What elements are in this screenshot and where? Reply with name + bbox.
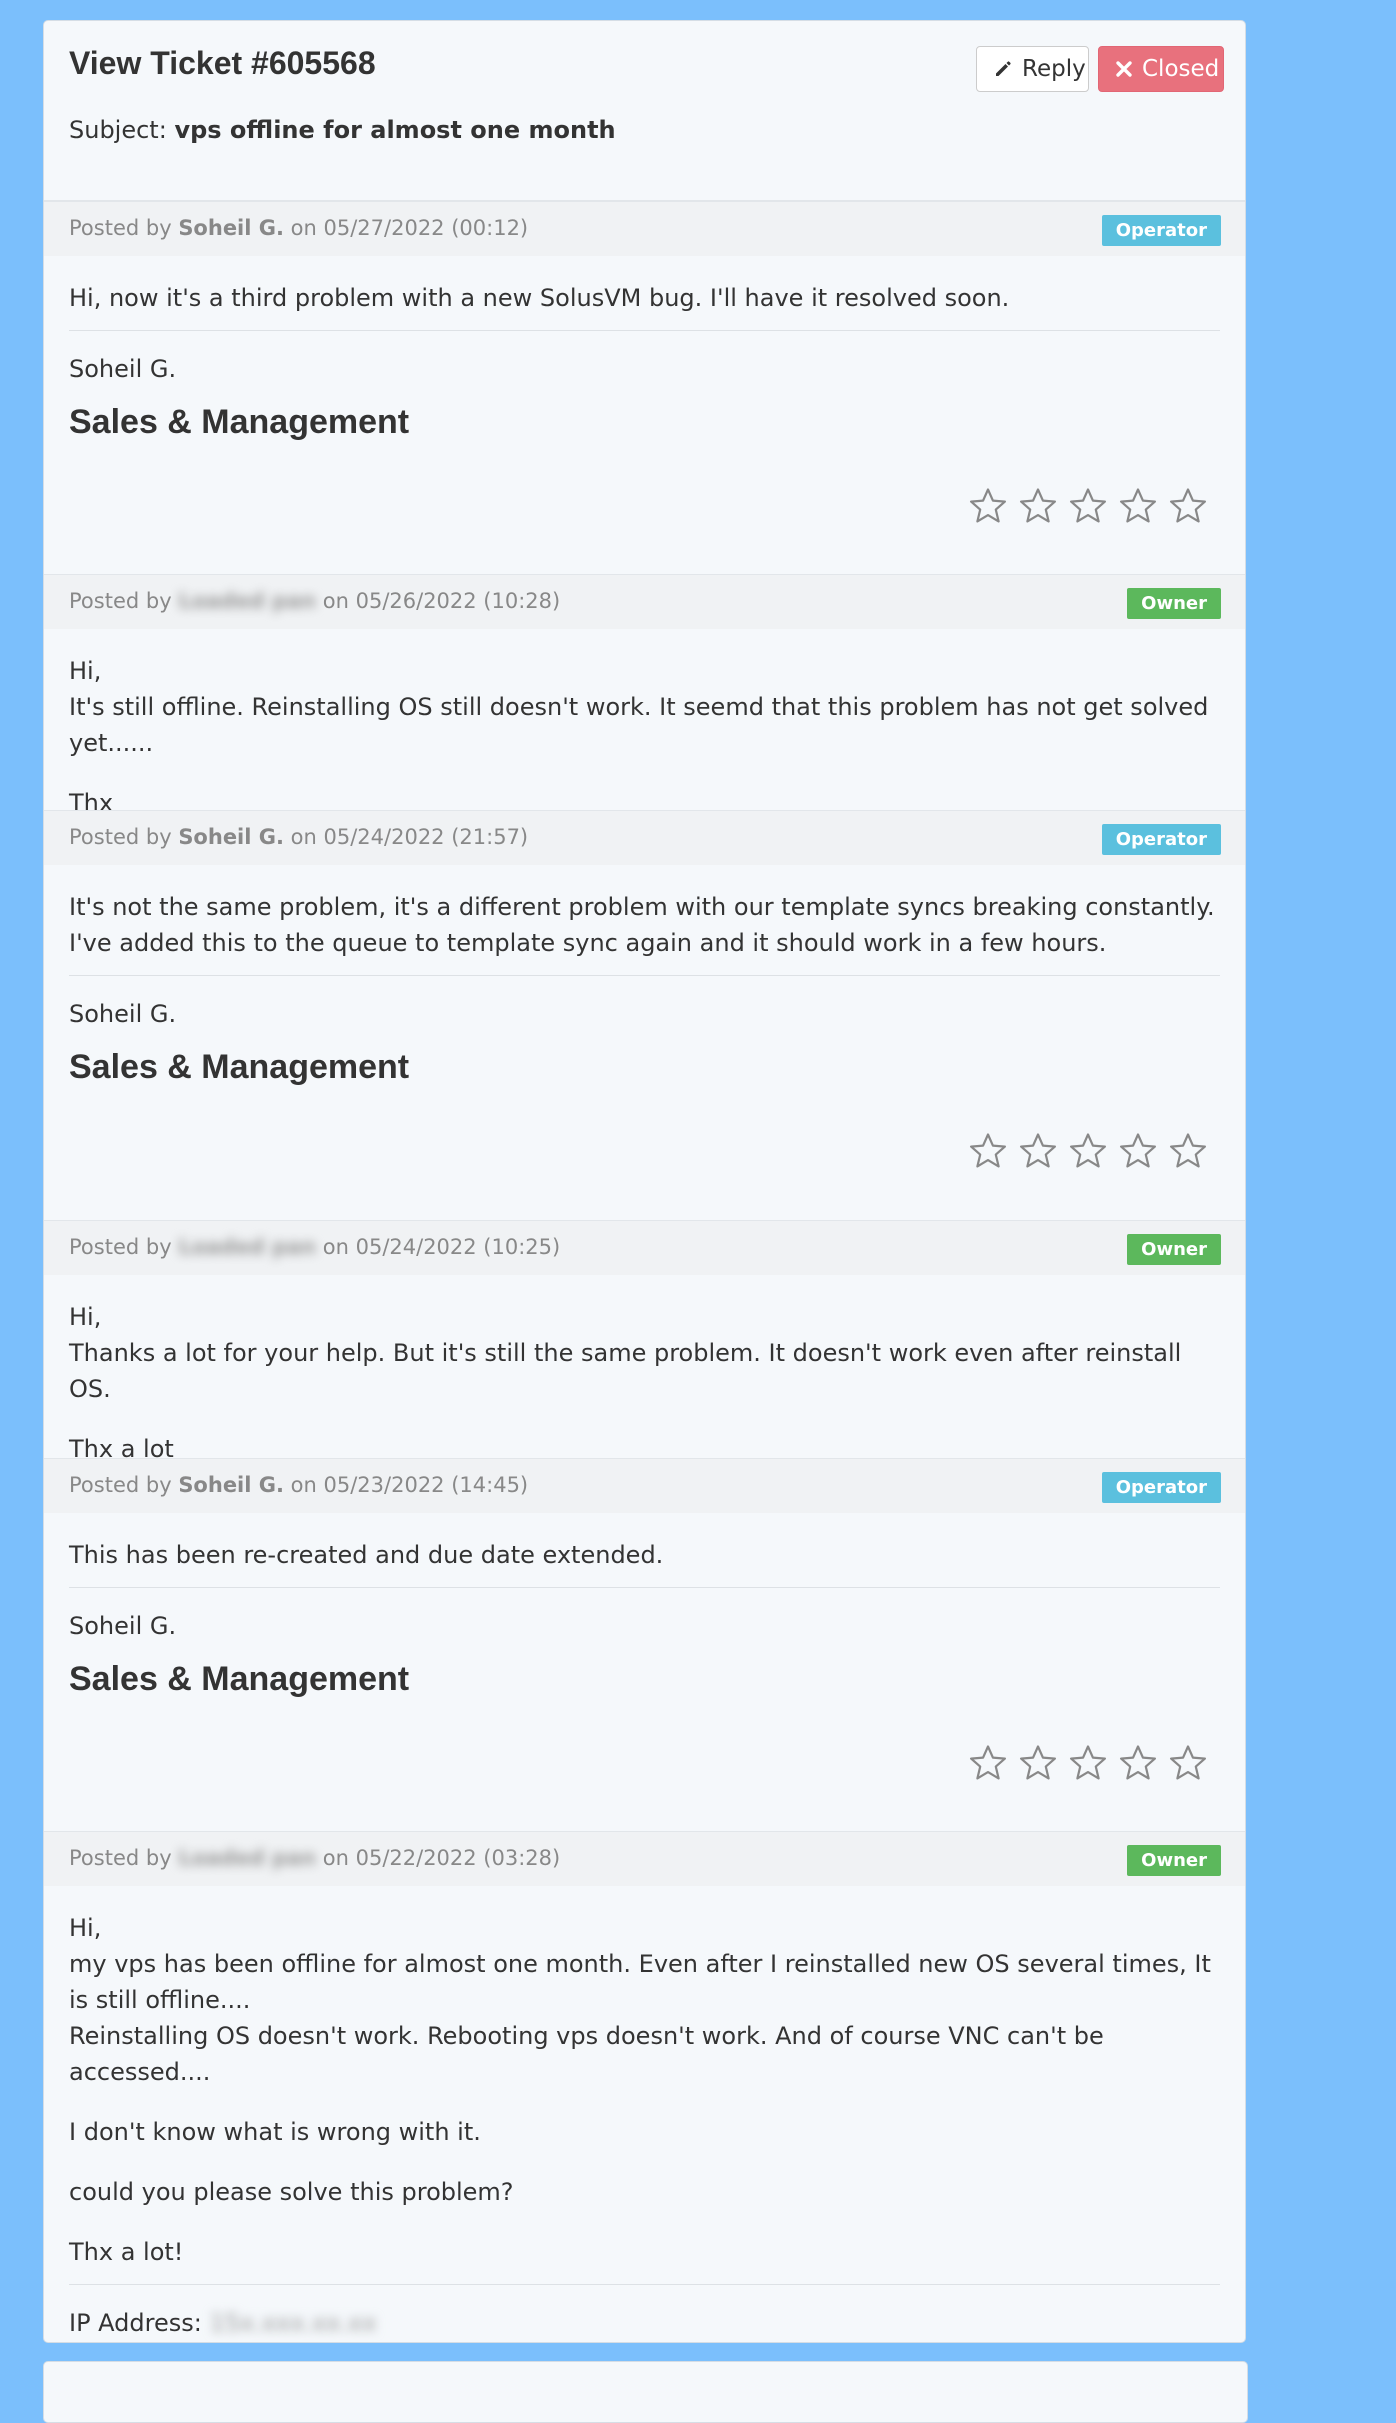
signature-department: Sales & Management (69, 1660, 410, 1698)
post-meta: Posted by Soheil G. on 05/27/2022 (00:12… (44, 201, 1245, 256)
role-badge: Owner (1127, 1845, 1221, 1876)
ticket-reply: Posted by Soheil G. on 05/24/2022 (21:57… (44, 810, 1245, 1220)
star-outline-icon[interactable] (1119, 1744, 1157, 1782)
post-author-redacted: Loaded pan (178, 589, 317, 613)
star-outline-icon[interactable] (1119, 487, 1157, 525)
post-meta: Posted by Soheil G. on 05/24/2022 (21:57… (44, 810, 1245, 865)
star-outline-icon[interactable] (1169, 487, 1207, 525)
page-title: View Ticket #605568 (69, 45, 376, 81)
role-badge: Owner (1127, 588, 1221, 619)
post-author-redacted: Loaded pan (178, 1846, 317, 1870)
subject-label: Subject: (69, 116, 167, 144)
ip-address: IP Address: 15x.xxx.xx.xx (44, 2309, 1245, 2337)
rating-stars[interactable] (969, 487, 1207, 525)
star-outline-icon[interactable] (969, 1744, 1007, 1782)
post-body: It's not the same problem, it's a differ… (44, 865, 1245, 961)
post-message-line: Thx a lot! (69, 2238, 184, 2266)
post-message-line: Thanks a lot for your help. But it's sti… (69, 1339, 1182, 1403)
post-body: This has been re-created and due date ex… (44, 1513, 1245, 1573)
post-date: on 05/24/2022 (21:57) (290, 825, 529, 849)
post-message-line: Hi, now it's a third problem with a new … (69, 284, 1010, 312)
signature-name: Soheil G. (69, 1000, 177, 1028)
times-icon (1115, 60, 1133, 78)
post-body: Hi, Thanks a lot for your help. But it's… (44, 1275, 1245, 1467)
post-date: on 05/24/2022 (10:25) (322, 1235, 561, 1259)
ip-label: IP Address: (69, 2309, 202, 2337)
star-outline-icon[interactable] (1069, 1132, 1107, 1170)
star-outline-icon[interactable] (1169, 1132, 1207, 1170)
role-badge: Owner (1127, 1234, 1221, 1265)
ticket-reply: Posted by Loaded pan on 05/24/2022 (10:2… (44, 1220, 1245, 1463)
ip-value-redacted: 15x.xxx.xx.xx (209, 2309, 377, 2337)
ip-divider (69, 2284, 1220, 2285)
post-meta: Posted by Loaded pan on 05/24/2022 (10:2… (44, 1220, 1245, 1275)
post-meta: Posted by Loaded pan on 05/26/2022 (10:2… (44, 574, 1245, 629)
ticket-header: View Ticket #605568 Subject: vps offline… (44, 21, 1245, 201)
ticket-reply: Posted by Loaded pan on 05/26/2022 (10:2… (44, 574, 1245, 817)
post-message-line: Hi, (69, 1914, 102, 1942)
post-message-line: This has been re-created and due date ex… (69, 1541, 664, 1569)
post-message-line: It's not the same problem, it's a differ… (69, 893, 1215, 957)
rating-stars[interactable] (969, 1132, 1207, 1170)
post-body: Hi, now it's a third problem with a new … (44, 256, 1245, 316)
post-message-line: Hi, (69, 657, 102, 685)
post-date: on 05/27/2022 (00:12) (290, 216, 529, 240)
star-outline-icon[interactable] (1069, 1744, 1107, 1782)
signature-name: Soheil G. (69, 1612, 177, 1640)
post-message-line: I don't know what is wrong with it. (69, 2118, 481, 2146)
subject-value: vps offline for almost one month (174, 116, 616, 144)
post-author-redacted: Loaded pan (178, 1235, 317, 1259)
role-badge: Operator (1101, 215, 1221, 246)
post-message-line: Reinstalling OS doesn't work. Rebooting … (69, 2022, 1104, 2086)
signature-department: Sales & Management (69, 1048, 410, 1086)
post-date: on 05/23/2022 (14:45) (290, 1473, 529, 1497)
post-author: Soheil G. (178, 825, 284, 849)
ticket-panel: View Ticket #605568 Subject: vps offline… (43, 20, 1246, 2343)
star-outline-icon[interactable] (1119, 1132, 1157, 1170)
star-outline-icon[interactable] (1069, 487, 1107, 525)
role-badge: Operator (1101, 824, 1221, 855)
star-outline-icon[interactable] (969, 487, 1007, 525)
post-message-line: my vps has been offline for almost one m… (69, 1950, 1211, 2014)
ticket-reply: Posted by Soheil G. on 05/23/2022 (14:45… (44, 1458, 1245, 1831)
ticket-reply: Posted by Soheil G. on 05/27/2022 (00:12… (44, 201, 1245, 574)
post-message-line: could you please solve this problem? (69, 2178, 514, 2206)
post-body: Hi, It's still offline. Reinstalling OS … (44, 629, 1245, 821)
reply-button[interactable]: Reply (976, 46, 1089, 92)
pencil-icon (993, 59, 1013, 79)
star-outline-icon[interactable] (969, 1132, 1007, 1170)
post-author: Soheil G. (178, 216, 284, 240)
rating-stars[interactable] (969, 1744, 1207, 1782)
posted-by-label: Posted by (69, 825, 172, 849)
post-message-line: It's still offline. Reinstalling OS stil… (69, 693, 1209, 757)
posted-by-label: Posted by (69, 216, 172, 240)
star-outline-icon[interactable] (1019, 1132, 1057, 1170)
role-badge: Operator (1101, 1472, 1221, 1503)
ticket-reply: Posted by Loaded pan on 05/22/2022 (03:2… (44, 1831, 1245, 2342)
ticket-subject: Subject: vps offline for almost one mont… (69, 116, 616, 144)
signature-divider (69, 975, 1220, 976)
closed-label: Closed (1142, 56, 1220, 82)
star-outline-icon[interactable] (1019, 1744, 1057, 1782)
next-panel (43, 2361, 1248, 2423)
signature-name: Soheil G. (69, 355, 177, 383)
signature-divider (69, 1587, 1220, 1588)
post-body: Hi, my vps has been offline for almost o… (44, 1886, 1245, 2270)
post-message-line: Hi, (69, 1303, 102, 1331)
signature-department: Sales & Management (69, 403, 410, 441)
posted-by-label: Posted by (69, 589, 172, 613)
posted-by-label: Posted by (69, 1235, 172, 1259)
posted-by-label: Posted by (69, 1846, 172, 1870)
signature-divider (69, 330, 1220, 331)
post-meta: Posted by Soheil G. on 05/23/2022 (14:45… (44, 1458, 1245, 1513)
post-author: Soheil G. (178, 1473, 284, 1497)
star-outline-icon[interactable] (1019, 487, 1057, 525)
star-outline-icon[interactable] (1169, 1744, 1207, 1782)
post-date: on 05/22/2022 (03:28) (322, 1846, 561, 1870)
post-meta: Posted by Loaded pan on 05/22/2022 (03:2… (44, 1831, 1245, 1886)
posted-by-label: Posted by (69, 1473, 172, 1497)
closed-button[interactable]: Closed (1098, 46, 1224, 92)
post-date: on 05/26/2022 (10:28) (322, 589, 561, 613)
reply-label: Reply (1022, 56, 1086, 82)
